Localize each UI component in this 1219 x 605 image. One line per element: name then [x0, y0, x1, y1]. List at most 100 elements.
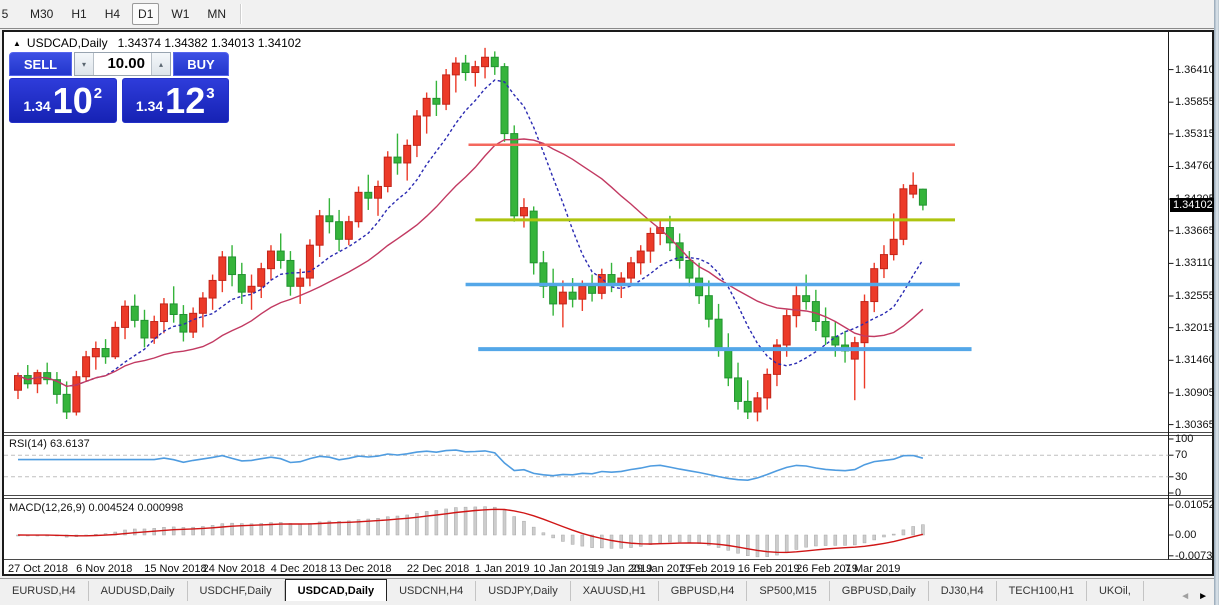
candle-body [889, 238, 898, 256]
rsi-axis-label: 0 [1175, 487, 1182, 499]
macd-bar [765, 534, 769, 557]
buy-price-button[interactable]: 1.34 12 3 [121, 78, 229, 123]
timeframe-button-h1[interactable]: H1 [65, 3, 92, 25]
price-axis-label: 1.33110 [1175, 257, 1214, 270]
candle-body [918, 188, 927, 206]
macd-bar [823, 534, 828, 546]
candle-body [266, 250, 275, 270]
macd-bar [697, 534, 701, 544]
macd-bar [891, 533, 896, 536]
timeframe-button-w1[interactable]: W1 [165, 3, 195, 25]
date-axis-label: 7 Mar 2019 [844, 563, 901, 575]
price-axis-label: 1.31460 [1175, 354, 1215, 367]
candle-body [91, 348, 100, 358]
candle-body [442, 74, 451, 105]
macd-axis-label: 0.010525 [1175, 499, 1219, 511]
date-axis-label: 22 Dec 2018 [406, 563, 470, 575]
timeframe-button-m30[interactable]: M30 [24, 3, 59, 25]
candle-body [305, 244, 314, 279]
macd-bar [570, 534, 575, 545]
volume-stepper[interactable]: ▾ 10.00 ▴ [74, 52, 171, 76]
candle-body [159, 303, 168, 323]
candle-body [539, 262, 548, 287]
timeframe-button-mn[interactable]: MN [201, 3, 232, 25]
chart-tab-usdjpy-daily[interactable]: USDJPY,Daily [476, 581, 571, 602]
chart-tab-xauusd-h1[interactable]: XAUUSD,H1 [571, 581, 659, 602]
macd-bar [502, 510, 507, 536]
price-axis-label: 1.34760 [1175, 160, 1215, 173]
candle-body [218, 256, 227, 281]
price-axis-label: 1.30365 [1175, 418, 1215, 431]
candle-body [101, 348, 110, 358]
date-axis-label: 15 Nov 2018 [144, 563, 207, 575]
up-arrow-icon: ▴ [158, 59, 163, 69]
sell-price-pips: 10 [52, 80, 93, 121]
timeframe-button-5[interactable]: 5 [0, 3, 18, 25]
chart-tab-audusd-daily[interactable]: AUDUSD,Daily [89, 581, 188, 602]
rsi-axis-label: 100 [1175, 433, 1194, 445]
macd-bar [882, 534, 886, 538]
rsi-axis-label: 30 [1175, 470, 1188, 483]
chart-tab-ukoil[interactable]: UKOil, [1087, 581, 1144, 602]
window-edge-scrollbar[interactable] [1214, 0, 1219, 605]
macd-bar [210, 525, 215, 536]
candle-body [403, 144, 412, 164]
candle-body [685, 259, 694, 279]
macd-bar [483, 506, 487, 536]
sell-price-button[interactable]: 1.34 10 2 [9, 78, 117, 123]
price-axis-label: 1.32015 [1175, 321, 1215, 334]
macd-bar [580, 534, 585, 547]
candle-body [354, 191, 363, 223]
macd-bar [804, 534, 808, 548]
volume-decrease-button[interactable]: ▾ [75, 53, 94, 75]
macd-bar [814, 534, 818, 547]
chart-tab-gbpusd-daily[interactable]: GBPUSD,Daily [830, 581, 929, 602]
candle-body [802, 295, 811, 303]
buy-price-prefix: 1.34 [135, 98, 164, 114]
timeframe-button-h4[interactable]: H4 [99, 3, 126, 25]
sell-button[interactable]: SELL [9, 52, 72, 76]
candle-body [315, 215, 324, 246]
candle-body [228, 256, 237, 276]
macd-bar [658, 534, 662, 544]
buy-price-pips: 12 [165, 80, 206, 121]
chart-tab-dj30-h4[interactable]: DJ30,H4 [929, 581, 997, 602]
macd-bar [424, 511, 429, 536]
chart-tab-usdcnh-h4[interactable]: USDCNH,H4 [387, 581, 477, 602]
volume-value[interactable]: 10.00 [94, 53, 151, 75]
macd-bar [551, 534, 555, 539]
macd-bar [736, 534, 740, 554]
macd-axis-label: -0.0073 [1175, 549, 1213, 562]
candle-body [412, 115, 421, 146]
macd-bar [171, 526, 176, 536]
candle-body [140, 319, 149, 339]
candle-body [811, 301, 820, 323]
chart-tab-usdchf-daily[interactable]: USDCHF,Daily [188, 581, 285, 602]
toolbar-separator [240, 4, 243, 24]
price-axis-label: 1.32555 [1175, 289, 1215, 302]
chart-tab-tech100-h1[interactable]: TECH100,H1 [997, 581, 1087, 602]
buy-button[interactable]: BUY [173, 52, 229, 76]
candle-body [393, 156, 402, 164]
trading-terminal: 5 M30 H1 H4 D1 W1 MN ▲ USDCAD,Daily 1.34374 1.34… [0, 0, 1219, 605]
macd-bar [911, 526, 915, 536]
date-axis-label: 4 Dec 2018 [270, 563, 327, 575]
candle-body [325, 215, 334, 223]
one-click-trading-panel: SELL ▾ 10.00 ▴ BUY 1.34 10 2 1.34 12 3 [9, 52, 229, 123]
candle-body [734, 377, 743, 402]
macd-bar [609, 534, 614, 549]
chart-title: ▲ USDCAD,Daily 1.34374 1.34382 1.34013 1.3… [13, 36, 301, 50]
volume-increase-button[interactable]: ▴ [151, 53, 170, 75]
status-bar [0, 601, 1214, 605]
macd-bar [522, 520, 526, 536]
chart-tab-eurusd-h4[interactable]: EURUSD,H4 [0, 581, 89, 602]
chart-tab-sp500-m15[interactable]: SP500,M15 [747, 581, 830, 602]
timeframe-button-d1[interactable]: D1 [132, 3, 160, 25]
chart-tab-gbpusd-h4[interactable]: GBPUSD,H4 [659, 581, 748, 602]
date-axis-label: 7 Feb 2019 [679, 563, 736, 575]
macd-bar [833, 534, 838, 546]
collapse-triangle-icon[interactable]: ▲ [13, 39, 21, 48]
macd-bar [531, 526, 536, 536]
macd-bar [230, 522, 234, 536]
chart-tab-usdcad-daily[interactable]: USDCAD,Daily [284, 579, 388, 602]
